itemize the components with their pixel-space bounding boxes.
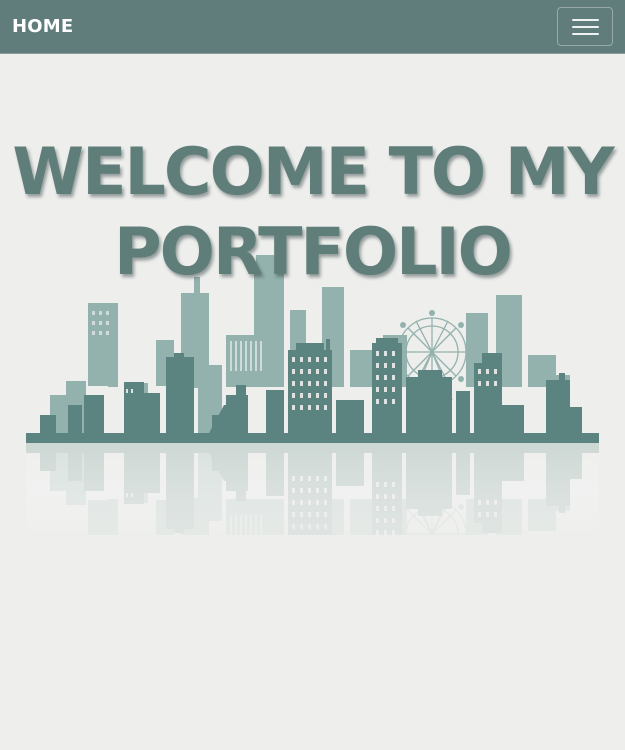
navbar: HOME	[0, 0, 625, 54]
city-skyline-illustration	[26, 255, 599, 535]
page-title: WELCOME TO MY PORTFOLIO	[12, 135, 614, 290]
hero-section: WELCOME TO MY PORTFOLIO	[0, 55, 625, 535]
home-link[interactable]: HOME	[12, 14, 73, 40]
navbar-toggle-button[interactable]	[557, 7, 613, 46]
